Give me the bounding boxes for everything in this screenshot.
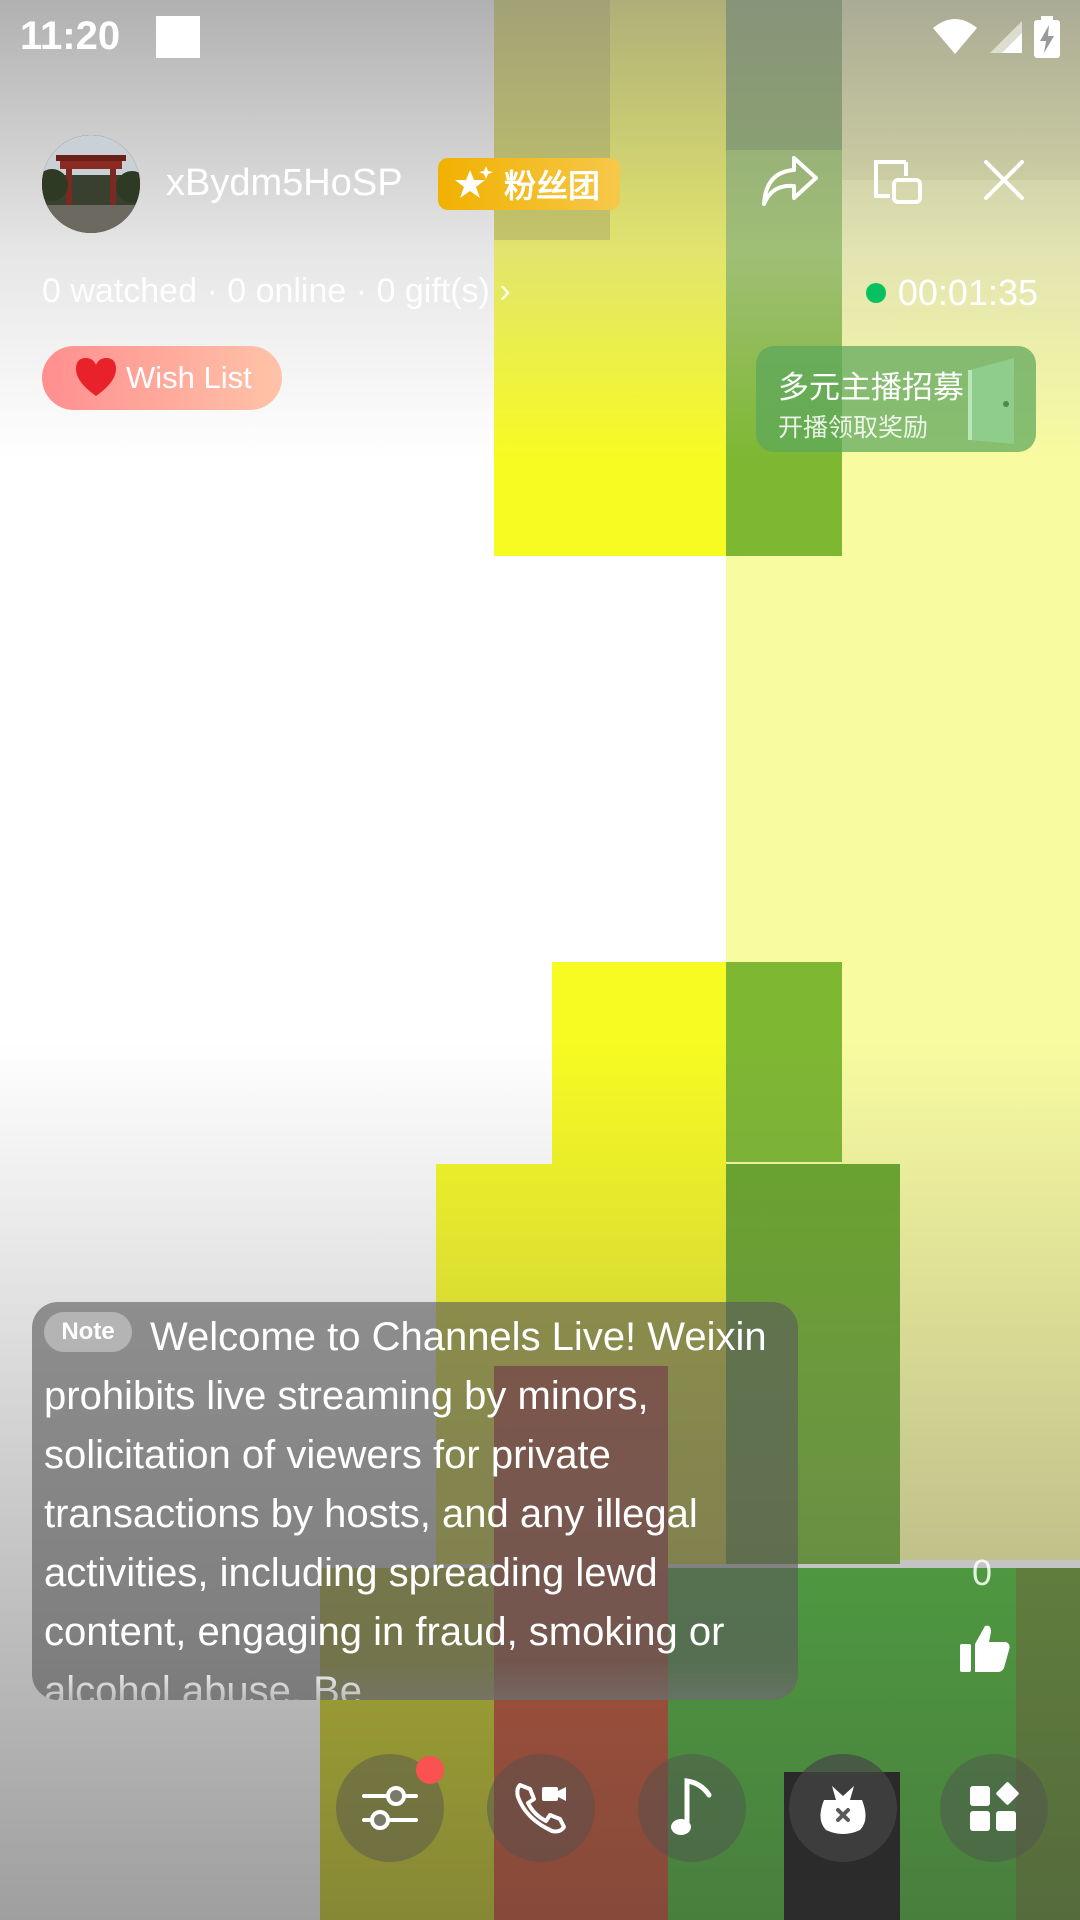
settings-sliders-icon — [362, 1786, 418, 1830]
signal-icon — [990, 21, 1022, 53]
share-icon[interactable] — [758, 148, 822, 212]
host-username[interactable]: xBydm5HoSP — [166, 162, 403, 205]
live-stats[interactable]: 0 watched · 0 online · 0 gift(s) › — [42, 272, 511, 311]
more-apps-button[interactable] — [940, 1754, 1048, 1862]
status-time: 11:20 — [20, 14, 121, 58]
more-apps-icon — [970, 1782, 1019, 1831]
music-note-icon — [671, 1778, 712, 1835]
video-call-icon — [515, 1783, 566, 1834]
live-timer: 00:01:35 — [865, 272, 1038, 314]
like-count: 0 — [972, 1552, 993, 1593]
live-dot-icon — [865, 283, 886, 303]
like-thumb-icon[interactable] — [958, 1622, 1012, 1674]
fan-star-icon — [455, 166, 493, 198]
notification-dot — [416, 1756, 444, 1784]
recruit-title: 多元主播招募 — [778, 370, 964, 405]
video-call-button[interactable] — [487, 1754, 595, 1862]
status-bar: 11:20 — [0, 0, 1080, 80]
settings-button[interactable] — [336, 1754, 444, 1862]
note-text: Welcome to Channels Live! Weixin prohibi… — [44, 1315, 767, 1700]
wish-list-label: Wish List — [126, 360, 252, 395]
fan-club-button[interactable]: 粉丝团 — [438, 158, 620, 210]
close-icon[interactable] — [972, 148, 1036, 212]
host-recruit-banner[interactable]: 多元主播招募 开播领取奖励 — [756, 346, 1036, 452]
wifi-icon — [933, 19, 977, 54]
gift-bag-icon — [820, 1786, 866, 1834]
float-window-icon[interactable] — [866, 148, 930, 212]
recruit-subtitle: 开播领取奖励 — [778, 414, 929, 442]
door-icon — [968, 358, 1014, 444]
notification-square-icon — [156, 16, 200, 58]
battery-charging-icon — [1034, 16, 1060, 58]
live-timer-value: 00:01:35 — [897, 272, 1038, 313]
host-avatar[interactable] — [42, 135, 140, 233]
gift-bag-button[interactable] — [789, 1754, 897, 1862]
heart-icon — [76, 358, 116, 396]
music-button[interactable] — [638, 1754, 746, 1862]
wish-list-button[interactable]: Wish List — [42, 346, 282, 410]
avatar-photo — [42, 135, 140, 233]
fan-club-label: 粉丝团 — [504, 168, 601, 204]
live-notice-panel: Note Welcome to Channels Live! Weixin pr… — [32, 1302, 798, 1700]
